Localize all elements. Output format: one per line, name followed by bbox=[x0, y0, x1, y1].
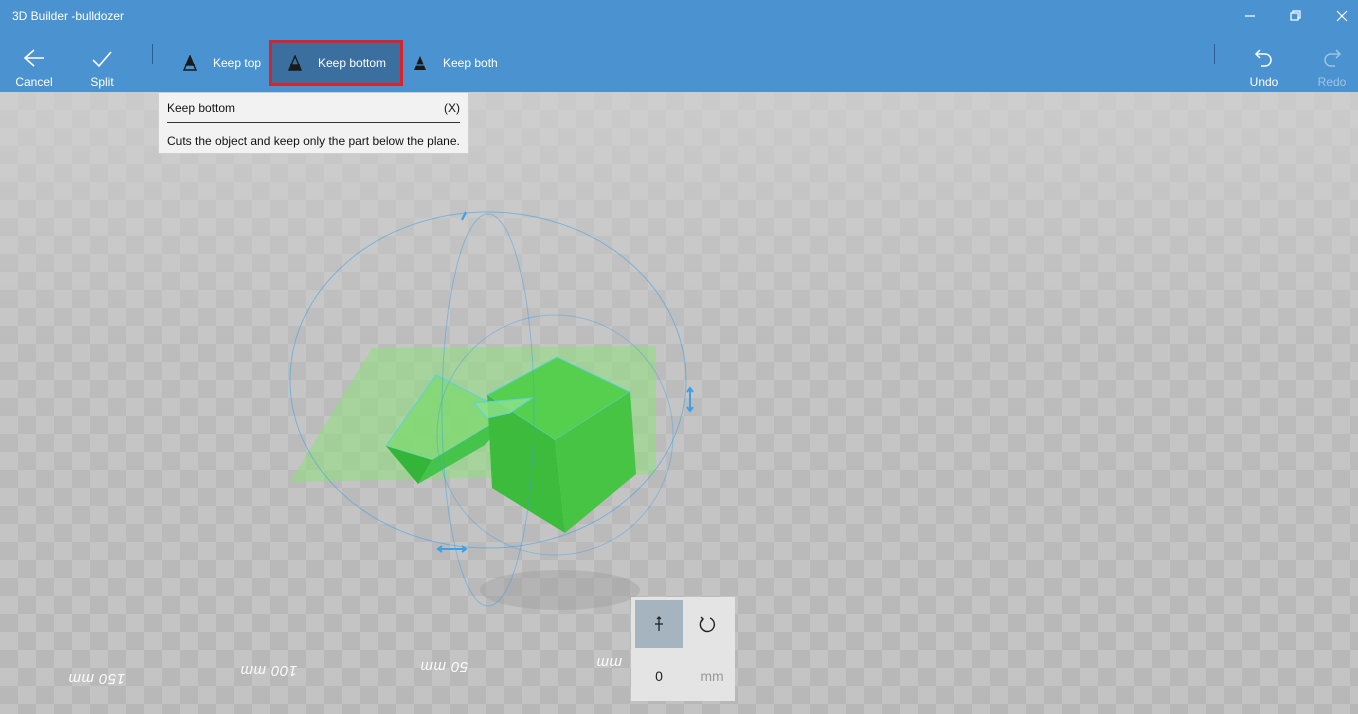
redo-icon bbox=[1324, 49, 1342, 67]
undo-button[interactable]: Undo bbox=[1240, 32, 1288, 92]
ruler-label: mm bbox=[596, 654, 622, 671]
offset-value-field[interactable]: 0 bbox=[631, 655, 687, 697]
back-arrow-icon bbox=[23, 49, 44, 67]
window-title: 3D Builder -bulldozer bbox=[12, 9, 125, 23]
tooltip-divider bbox=[167, 122, 460, 123]
checkmark-icon bbox=[92, 51, 112, 68]
cancel-button[interactable]: Cancel bbox=[10, 32, 58, 92]
keep-bottom-tooltip: Keep bottom (X) Cuts the object and keep… bbox=[158, 92, 469, 154]
minimize-button[interactable] bbox=[1227, 0, 1273, 32]
rotate-icon bbox=[699, 616, 716, 633]
restore-button[interactable] bbox=[1273, 0, 1319, 32]
3d-viewport[interactable]: 150 mm 100 mm 50 mm mm 0 mm bbox=[0, 92, 1358, 714]
redo-button[interactable]: Redo bbox=[1308, 32, 1356, 92]
keep-both-label: Keep both bbox=[443, 56, 498, 70]
object-shadow bbox=[480, 570, 640, 610]
restore-icon bbox=[1290, 10, 1301, 21]
split-label: Split bbox=[90, 75, 114, 89]
redo-label: Redo bbox=[1317, 75, 1347, 89]
keep-both-button[interactable]: Keep both bbox=[412, 40, 508, 86]
split-button[interactable]: Split bbox=[78, 32, 126, 92]
ruler-label: 150 mm bbox=[68, 670, 126, 687]
keep-top-button[interactable]: Keep top bbox=[182, 40, 268, 86]
title-bar: 3D Builder -bulldozer bbox=[0, 0, 1358, 32]
ruler-label: 100 mm bbox=[240, 662, 298, 679]
toolbar-divider bbox=[152, 44, 153, 64]
undo-icon bbox=[1254, 49, 1272, 67]
move-icon bbox=[655, 616, 663, 631]
rotate-mode-button[interactable] bbox=[683, 600, 731, 648]
tooltip-title: Keep bottom bbox=[167, 101, 236, 115]
keep-top-icon bbox=[182, 55, 198, 71]
width-handle-icon[interactable] bbox=[436, 545, 468, 553]
close-icon bbox=[1336, 10, 1348, 22]
tooltip-shortcut: (X) bbox=[444, 101, 460, 115]
keep-bottom-icon bbox=[287, 55, 303, 71]
close-button[interactable] bbox=[1319, 0, 1358, 32]
keep-both-icon bbox=[414, 56, 426, 70]
transform-panel: 0 mm bbox=[631, 597, 735, 701]
tooltip-description: Cuts the object and keep only the part b… bbox=[167, 134, 460, 148]
toolbar-divider bbox=[1214, 44, 1215, 64]
keep-bottom-label: Keep bottom bbox=[318, 56, 387, 70]
keep-top-label: Keep top bbox=[213, 56, 262, 70]
height-handle-icon[interactable] bbox=[686, 386, 694, 413]
undo-label: Undo bbox=[1249, 75, 1279, 89]
ruler-label: 50 mm bbox=[420, 658, 469, 675]
keep-bottom-button[interactable]: Keep bottom bbox=[269, 40, 403, 86]
move-mode-button[interactable] bbox=[635, 600, 683, 648]
minimize-icon bbox=[1245, 15, 1255, 17]
command-toolbar: Cancel Split Keep top Keep bottom Keep b… bbox=[0, 32, 1358, 92]
offset-unit-label: mm bbox=[700, 668, 724, 684]
cancel-label: Cancel bbox=[15, 75, 53, 89]
